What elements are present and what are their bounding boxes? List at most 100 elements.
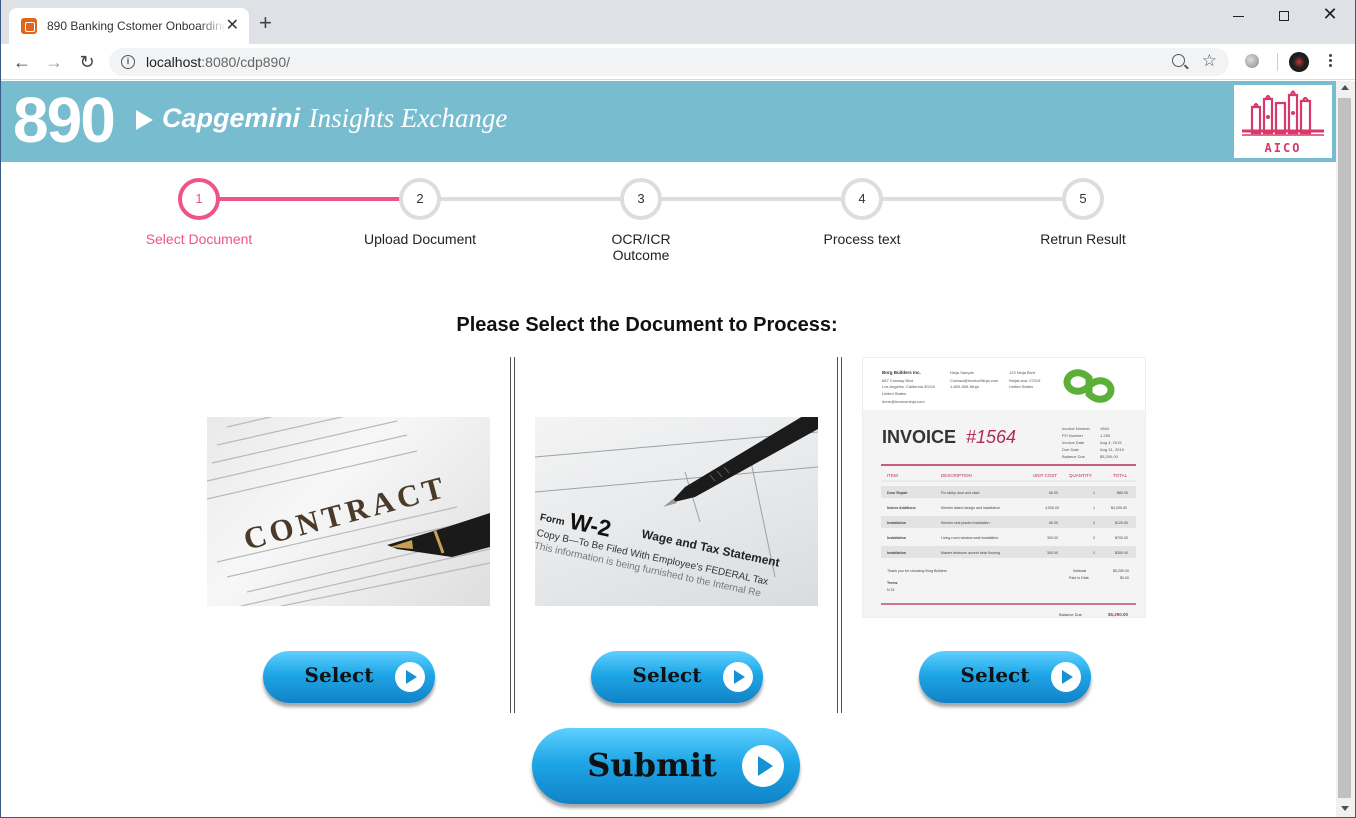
invoice-paid-value: $0.00 [1120, 576, 1129, 580]
invoice-cell: 1 [1093, 551, 1095, 555]
invoice-meta-value: Aug 31, 2015 [1100, 447, 1125, 452]
brand-title: Capgemini Insights Exchange [162, 103, 507, 134]
column-divider [837, 357, 842, 713]
browser-tab[interactable]: 890 Banking Cstomer Onboarding ✕ [9, 8, 249, 44]
invoice-cell: Kitchen sink plastic installation [941, 521, 990, 525]
invoice-cell: Installation [887, 551, 906, 555]
page-content: 890 Capgemini Insights Exchange AICO 1 S… [1, 81, 1336, 817]
button-label: Select [304, 663, 374, 687]
step-number: 3 [620, 178, 662, 220]
invoice-paid-label: Paid to Date [1069, 576, 1089, 580]
address-bar[interactable]: i localhost:8080/cdp890/ ☆ [109, 48, 1229, 76]
invoice-meta-value: 1-259 [1100, 433, 1111, 438]
invoice-cell: Installation [887, 521, 906, 525]
url-host: localhost [146, 54, 202, 70]
aico-skyline-icon [1242, 90, 1324, 136]
invoice-meta-value: 1564 [1100, 426, 1110, 431]
minimize-button[interactable] [1228, 6, 1248, 17]
submit-label: Submit [587, 746, 717, 784]
aico-logo: AICO [1232, 83, 1334, 160]
invoice-number: #1564 [966, 427, 1016, 447]
invoice-cell: $300.00 [1115, 551, 1128, 555]
step-label: Select Document [145, 231, 253, 247]
invoice-col-header: ITEM [887, 473, 898, 478]
invoice-cell: 2 [1093, 536, 1095, 540]
scroll-down-arrow-icon[interactable] [1341, 806, 1349, 811]
contract-illustration: CONTRACT [207, 417, 490, 606]
invoice-terms-label: Terms [887, 581, 898, 585]
step-ocr-outcome[interactable]: 3 OCR/ICR Outcome [531, 178, 751, 263]
select-invoice-button[interactable]: Select [919, 651, 1091, 709]
invoice-thanks: Thank you for choosing Borg Builders [887, 569, 947, 573]
select-contract-button[interactable]: Select [263, 651, 435, 709]
invoice-col-header: UNIT COST [1033, 473, 1057, 478]
invoice-cell: 1 [1093, 506, 1095, 510]
profile-avatar-icon[interactable] [1289, 52, 1309, 72]
scroll-up-arrow-icon[interactable] [1341, 85, 1349, 90]
invoice-address2: Los Angeles, California 90210 [882, 384, 936, 389]
invoice-cell: 300.00 [1047, 536, 1058, 540]
w2-document-image[interactable]: Form W-2 Wage and Tax Statement Copy B—T… [535, 417, 818, 606]
brand-arrow-icon [136, 110, 153, 130]
invoice-cell: Living room window seat installation [941, 536, 998, 540]
invoice-col-header: TOTAL [1113, 473, 1128, 478]
w2-form-label: Form [539, 512, 566, 528]
invoice-cell: $120.00 [1115, 521, 1128, 525]
invoice-logo-icon [1063, 369, 1115, 403]
step-label: OCR/ICR Outcome [611, 231, 671, 263]
button-label: Select [960, 663, 1030, 687]
step-select-document[interactable]: 1 Select Document [89, 178, 309, 247]
browser-toolbar: ← → ↻ i localhost:8080/cdp890/ ☆ [1, 44, 1355, 80]
toolbar-separator [1277, 53, 1278, 71]
invoice-balance-label: Balance Due [1059, 612, 1083, 617]
invoice-subtotal-value: $5,290.00 [1113, 569, 1129, 573]
invoice-cell: 60.00 [1049, 521, 1058, 525]
invoice-contact3: 1-800-555-Ninja [950, 384, 979, 389]
close-window-button[interactable]: ✕ [1320, 4, 1340, 25]
step-return-result[interactable]: 5 Retrun Result [973, 178, 1193, 247]
url-text[interactable]: localhost:8080/cdp890/ [146, 54, 290, 70]
new-tab-button[interactable]: + [259, 12, 272, 34]
invoice-meta-value: $5,290.00 [1100, 454, 1119, 459]
forward-arrow-icon[interactable]: → [43, 51, 65, 73]
browser-menu-icon[interactable] [1327, 52, 1333, 72]
zoom-icon[interactable] [1172, 54, 1185, 67]
submit-button[interactable]: Submit [532, 728, 800, 812]
invoice-cell: 300.00 [1047, 551, 1058, 555]
invoice-col-header: DESCRIPTION [941, 473, 972, 478]
select-w2-button[interactable]: Select [591, 651, 763, 709]
info-icon[interactable]: i [121, 55, 135, 69]
reload-icon[interactable]: ↻ [76, 51, 98, 73]
bookmark-star-icon[interactable]: ☆ [1202, 51, 1217, 71]
w2-illustration: Form W-2 Wage and Tax Statement Copy B—T… [535, 417, 818, 600]
invoice-cell: Door Repair [887, 491, 908, 495]
vertical-scrollbar[interactable] [1336, 81, 1355, 817]
step-process-text[interactable]: 4 Process text [752, 178, 972, 247]
aico-logo-text: AICO [1264, 141, 1302, 155]
invoice-cell: 2 [1093, 521, 1095, 525]
invoice-contact1: Ninja Sample [950, 370, 975, 375]
brand-light: Insights Exchange [308, 103, 508, 133]
step-number: 4 [841, 178, 883, 220]
step-label: Process text [823, 231, 901, 247]
contract-document-image[interactable]: CONTRACT [207, 417, 490, 606]
extension-icon[interactable] [1245, 54, 1259, 68]
invoice-cell: Master bedroom accent deck flooring [941, 551, 1000, 555]
invoice-addr-b3: United States [1009, 384, 1033, 389]
step-upload-document[interactable]: 2 Upload Document [310, 178, 530, 247]
invoice-balance-value: $5,290.00 [1108, 612, 1129, 617]
back-arrow-icon[interactable]: ← [11, 51, 33, 73]
invoice-addr-b2: NinjaLand, 07019 [1009, 378, 1041, 383]
scroll-thumb[interactable] [1338, 98, 1351, 798]
invoice-document-image[interactable]: Borg Builders Inc. 887 Conway Blvd Los A… [862, 357, 1146, 618]
invoice-meta-value: Aug 4, 2015 [1100, 440, 1122, 445]
maximize-button[interactable] [1274, 6, 1294, 21]
invoice-cell: 80.00 [1049, 491, 1058, 495]
invoice-title: INVOICE [882, 427, 956, 447]
browser-window: 890 Banking Cstomer Onboarding ✕ + ✕ ← →… [0, 0, 1356, 818]
tab-close-icon[interactable]: ✕ [226, 18, 239, 34]
invoice-company: Borg Builders Inc. [882, 370, 921, 375]
invoice-cell: 1 [1093, 491, 1095, 495]
invoice-cell: Indoor Additions [887, 506, 916, 510]
invoice-cell: $80.00 [1117, 491, 1128, 495]
